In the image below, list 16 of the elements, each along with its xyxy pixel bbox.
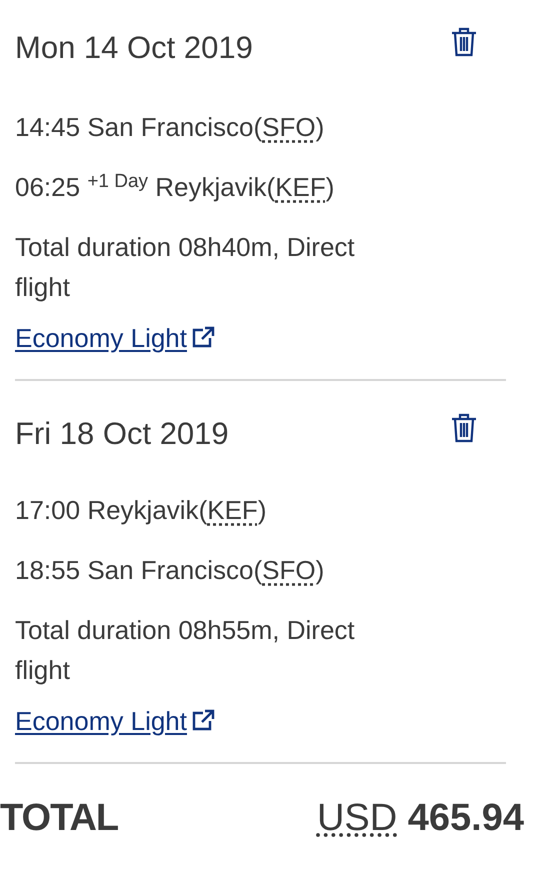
flight-time: 18:55 San Francisco(SFO) xyxy=(15,554,326,587)
external-link-icon xyxy=(190,326,215,350)
flight-time: 06:25 $^{+1 Day}$ Reykjavik(KEF) xyxy=(15,170,336,204)
total-price: USD 465.94 xyxy=(316,797,524,840)
flight-date: Mon 14 Oct 2019 xyxy=(15,30,253,66)
flight-duration: Total duration 08h40m, Direct flight xyxy=(15,231,356,304)
flight-duration: Total duration 08h55m, Direct flight xyxy=(15,614,356,687)
trash-icon[interactable] xyxy=(451,413,477,443)
fare-link[interactable]: Economy Light xyxy=(15,701,215,741)
trash-icon[interactable] xyxy=(451,27,477,57)
total-label: TOTAL xyxy=(0,797,118,840)
external-link-icon xyxy=(190,709,215,733)
flight-time: 14:45 San Francisco(SFO) xyxy=(15,111,326,144)
flight-time: 17:00 Reykjavik(KEF) xyxy=(15,494,268,527)
flight-date: Fri 18 Oct 2019 xyxy=(15,416,229,452)
fare-link[interactable]: Economy Light xyxy=(15,318,215,358)
